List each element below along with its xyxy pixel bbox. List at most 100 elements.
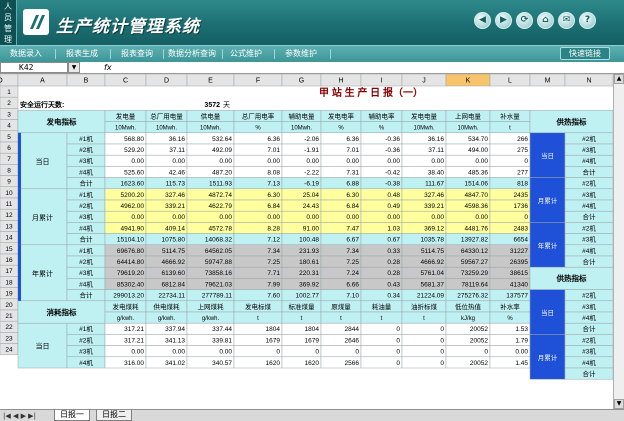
data-value: 0.67 xyxy=(387,237,400,244)
data-value: 492.09 xyxy=(212,147,232,154)
data-value: 327.46 xyxy=(165,192,185,199)
heat-group-2-label: 月累计 xyxy=(538,353,558,362)
chevron-down-icon[interactable]: ▼ xyxy=(68,62,80,73)
cons-unit: g/kwh. xyxy=(202,316,220,322)
data-value: -6.19 xyxy=(304,181,319,188)
heat-item-2-label: #2机 xyxy=(582,335,596,344)
spreadsheet-grid[interactable]: ABCDEFGHIJKLMNO1234567891011121314151617… xyxy=(0,74,613,409)
data-value: 4941.90 xyxy=(121,225,145,232)
quick-link-button[interactable]: 快速链接 xyxy=(560,47,610,60)
column-header-label: I xyxy=(381,78,383,85)
cons-data-value: 20052 xyxy=(470,337,488,344)
cons-data-value: 316.00 xyxy=(124,360,144,367)
data-value: -2.06 xyxy=(304,136,319,143)
sheet-nav-arrows[interactable]: |◀ ◀ ▶ ▶| xyxy=(3,411,36,421)
unit-name: #2机 xyxy=(79,257,93,266)
data-value: 41340 xyxy=(510,281,528,288)
menu-params[interactable]: 参数维护 xyxy=(285,48,317,60)
cons-data-value: 0 xyxy=(440,360,444,367)
data-value: 1623.60 xyxy=(121,181,145,188)
column-title: 总厂用电量 xyxy=(150,111,183,120)
cons-data-value: 0.00 xyxy=(172,349,185,356)
cons-data-value: 2566 xyxy=(345,360,360,367)
scroll-up-icon[interactable]: ▲ xyxy=(614,74,624,84)
column-header-label: E xyxy=(208,78,213,85)
report-grid[interactable]: ABCDEFGHIJKLMNO1234567891011121314151617… xyxy=(0,74,613,409)
cons-unit-name: #2机 xyxy=(79,335,93,344)
data-value: 5114.75 xyxy=(421,248,444,255)
data-value: 532.64 xyxy=(212,136,232,143)
menu-formula[interactable]: 公式维护 xyxy=(230,48,262,60)
menu-report-generate[interactable]: 报表生成 xyxy=(66,48,98,60)
data-value: 4872.74 xyxy=(209,192,233,199)
row-header-label: 15 xyxy=(5,246,13,253)
data-value: 59747.88 xyxy=(205,259,232,266)
row-header-label: 21 xyxy=(5,313,13,320)
cons-data-value: 341.13 xyxy=(165,337,185,344)
heat-item-label: #4机 xyxy=(582,201,596,210)
data-value: -0.36 xyxy=(385,147,400,154)
data-value: 14068.32 xyxy=(205,237,232,244)
heat-item-2-label: #3机 xyxy=(582,302,596,311)
back-icon[interactable]: ◀ xyxy=(474,12,491,29)
cons-group-label: 当日 xyxy=(36,342,50,351)
heat-group-label: 月累计 xyxy=(538,196,558,205)
data-value: 7.31 xyxy=(346,169,359,176)
cons-data-value: 0.00 xyxy=(131,349,144,356)
row-header-label: 13 xyxy=(5,223,13,230)
data-value: 529.20 xyxy=(124,147,144,154)
cons-data-value: 1.45 xyxy=(515,360,528,367)
data-value: 24.43 xyxy=(303,203,320,210)
refresh-icon[interactable]: ⟳ xyxy=(516,12,533,29)
data-value: 0.00 xyxy=(431,158,444,165)
data-value: 7.01 xyxy=(267,147,280,154)
cons-title: 发电煤耗 xyxy=(113,302,140,311)
cons-data-value: 20052 xyxy=(470,326,488,333)
row-header-label: 18 xyxy=(5,279,13,286)
data-value: 0.00 xyxy=(431,214,444,221)
data-value: 180.61 xyxy=(299,259,319,266)
group-accent-bar xyxy=(18,244,21,301)
cons-data-value: 0 xyxy=(484,349,488,356)
heat-item-2-label: #3机 xyxy=(582,347,596,356)
data-value: 0.48 xyxy=(387,192,400,199)
menu-report-query[interactable]: 报表查询 xyxy=(121,48,153,60)
help-icon[interactable]: ? xyxy=(579,12,596,29)
data-value: 339.21 xyxy=(424,203,444,210)
data-value: 59567.27 xyxy=(461,259,488,266)
data-value: 6.84 xyxy=(267,203,280,210)
sheet-tab-daily-2[interactable]: 日报二 xyxy=(96,410,132,421)
menu-data-analysis[interactable]: 数据分析查询 xyxy=(168,48,216,60)
data-value: 21224.09 xyxy=(417,293,444,300)
cons-data-value: 341.02 xyxy=(165,360,185,367)
forward-icon[interactable]: ▶ xyxy=(495,12,512,29)
sheet-tab-daily-1[interactable]: 日报一 xyxy=(54,410,90,421)
data-value: 6.30 xyxy=(267,192,280,199)
vertical-scrollbar[interactable]: ▲ ▼ xyxy=(613,74,624,409)
data-value: -0.38 xyxy=(385,181,400,188)
column-header-label: F xyxy=(256,78,260,85)
data-value: 79619.20 xyxy=(117,270,144,277)
left-module-tab[interactable]: 人员管理模块 xyxy=(0,0,17,66)
scroll-down-icon[interactable]: ▼ xyxy=(614,399,624,409)
data-value: 6.84 xyxy=(346,203,359,210)
cons-data-value: 0.00 xyxy=(219,349,232,356)
cell-name-box[interactable]: K42 xyxy=(0,62,68,73)
menu-data-entry[interactable]: 数据录入 xyxy=(10,48,42,60)
group-label: 年累计 xyxy=(32,269,53,278)
cons-data-cell[interactable] xyxy=(233,345,283,358)
column-title: 发电电率 xyxy=(328,111,355,120)
data-value: 4666.92 xyxy=(162,259,186,266)
left-tab-char: 员 xyxy=(4,13,12,22)
data-value: 4962.00 xyxy=(121,203,145,210)
data-value: 568.80 xyxy=(124,136,144,143)
data-value: 137577 xyxy=(506,293,528,300)
heat-item-label: #2机 xyxy=(582,134,596,143)
data-value: 26395 xyxy=(510,259,528,266)
home-icon[interactable]: ⌂ xyxy=(537,12,554,29)
data-value: 0.00 xyxy=(346,158,359,165)
unit-name: #1机 xyxy=(79,134,93,143)
mail-icon[interactable]: ✉ xyxy=(558,12,575,29)
app-window: 人员管理模块 生产统计管理系统 ◀▶⟳⌂✉? 数据录入 报表生成 报表查询 数据… xyxy=(0,0,624,421)
cons-unit: g/kwh. xyxy=(117,316,135,322)
